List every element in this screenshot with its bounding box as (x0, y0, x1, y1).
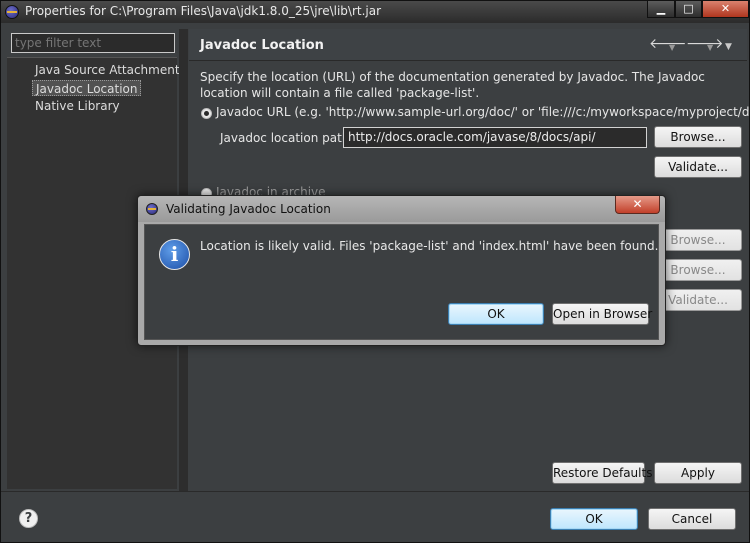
location-path-input[interactable]: http://docs.oracle.com/javase/8/docs/api… (343, 127, 647, 148)
dialog-titlebar[interactable]: Validating Javadoc Location ✕ (138, 196, 665, 222)
eclipse-icon (146, 203, 158, 215)
maximize-button[interactable]: □ (675, 1, 702, 18)
forward-arrow-icon[interactable]: 🡒 (686, 37, 724, 51)
javadoc-url-label: Javadoc URL (e.g. 'http://www.sample-url… (216, 105, 750, 119)
validation-dialog: Validating Javadoc Location ✕ i Location… (137, 195, 666, 346)
page-header: Javadoc Location 🡐 ▼ 🡒 ▼ ▼ (189, 29, 747, 61)
browse-button[interactable]: Browse... (654, 126, 742, 148)
back-arrow-icon[interactable]: 🡐 (649, 37, 687, 51)
page-title: Javadoc Location (200, 38, 324, 53)
dialog-body: i Location is likely valid. Files 'packa… (144, 224, 659, 340)
archive-browse-button[interactable]: Browse... (654, 229, 742, 251)
cancel-button[interactable]: Cancel (648, 508, 736, 530)
javadoc-url-radio[interactable] (201, 108, 212, 119)
view-menu-icon[interactable]: ▼ (725, 40, 732, 54)
window-title: Properties for C:\Program Files\Java\jdk… (25, 4, 382, 18)
tree-item-javadoc-location[interactable]: Javadoc Location (32, 80, 142, 96)
window-titlebar[interactable]: Properties for C:\Program Files\Java\jdk… (1, 1, 749, 23)
eclipse-icon (5, 5, 19, 19)
filter-input[interactable] (11, 33, 175, 53)
restore-defaults-button[interactable]: Restore Defaults (552, 462, 652, 484)
page-description: Specify the location (URL) of the docume… (200, 70, 705, 100)
apply-button[interactable]: Apply (654, 462, 742, 484)
back-dropdown-icon[interactable]: ▼ (669, 41, 675, 55)
archive-path-browse-button[interactable]: Browse... (654, 259, 742, 281)
open-in-browser-button[interactable]: Open in Browser (552, 303, 652, 325)
dialog-close-button[interactable]: ✕ (615, 196, 660, 214)
archive-validate-button[interactable]: Validate... (654, 289, 742, 311)
validate-button[interactable]: Validate... (654, 156, 742, 178)
tree-item-native-library[interactable]: Native Library (32, 98, 123, 114)
ok-button[interactable]: OK (550, 508, 638, 530)
dialog-button-bar: ? OK Cancel (1, 491, 749, 542)
dialog-message: Location is likely valid. Files 'package… (200, 239, 659, 253)
close-button[interactable]: ✕ (702, 1, 749, 18)
tree-item-java-source-attachment[interactable]: Java Source Attachment (32, 62, 183, 78)
minimize-button[interactable]: ▁ (647, 1, 675, 18)
location-path-label: Javadoc location path: (220, 131, 354, 145)
help-icon[interactable]: ? (19, 509, 38, 528)
info-icon: i (159, 239, 190, 270)
dialog-title: Validating Javadoc Location (166, 202, 331, 216)
forward-dropdown-icon[interactable]: ▼ (707, 41, 713, 55)
dialog-ok-button[interactable]: OK (448, 303, 544, 325)
